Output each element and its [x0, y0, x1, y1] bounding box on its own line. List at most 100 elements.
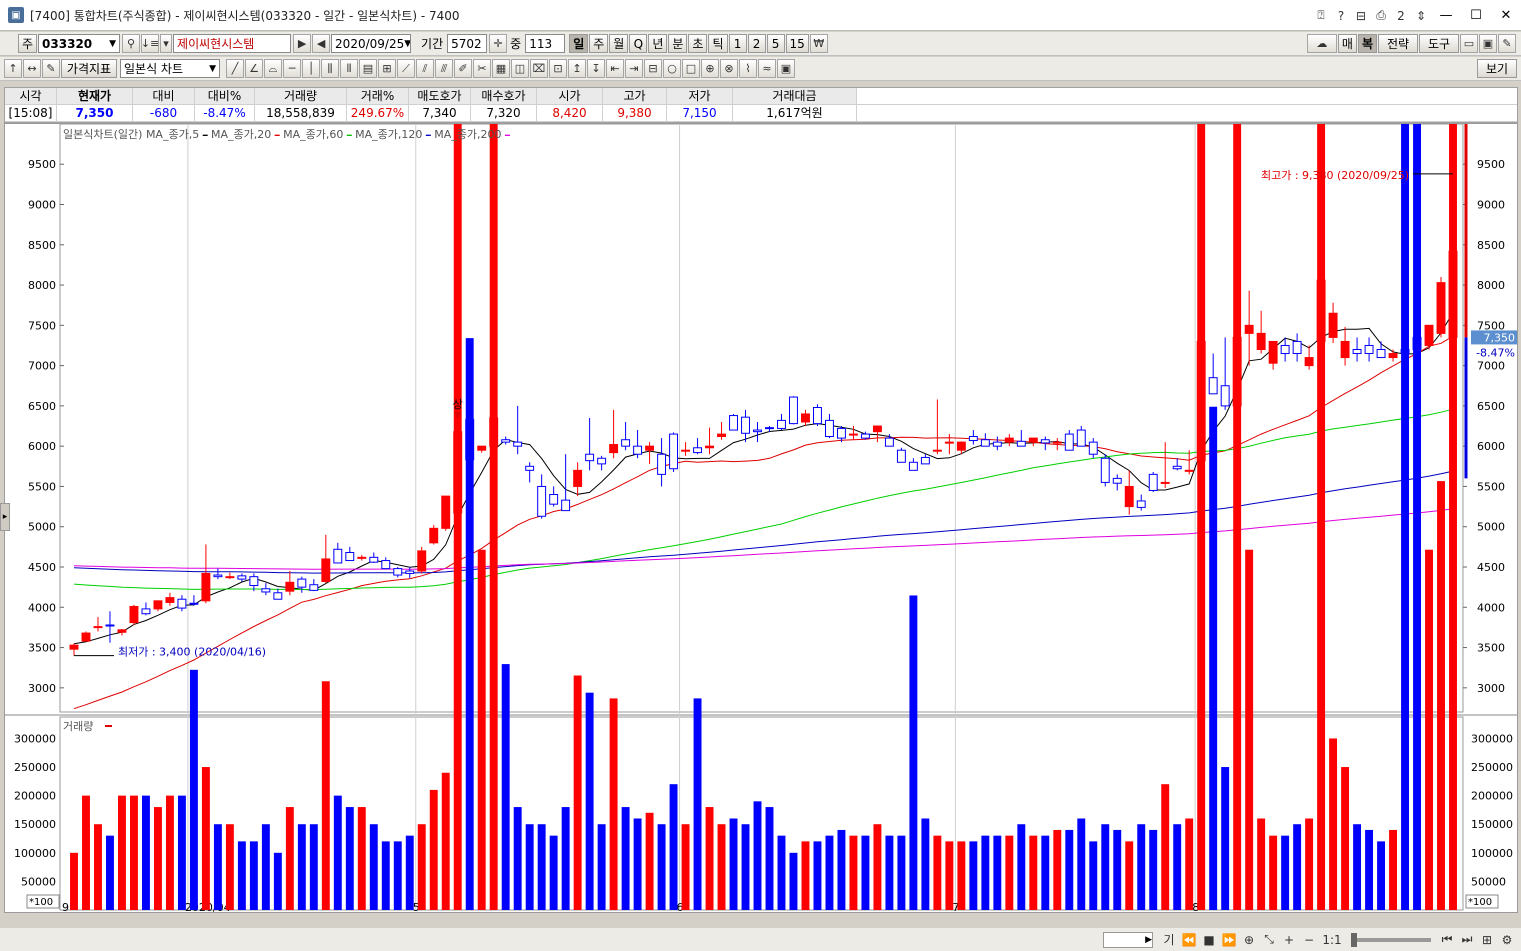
draw-tool-icon-6[interactable]: ⫴: [340, 59, 358, 78]
draw-tool-icon-16[interactable]: ⌧: [530, 59, 548, 78]
interval-button-11[interactable]: 15: [785, 34, 809, 53]
draw-tool-icon-18[interactable]: ↥: [568, 59, 586, 78]
draw-tool-icon-10[interactable]: ⫽: [416, 59, 434, 78]
draw-tool-icon-15[interactable]: ◫: [511, 59, 529, 78]
code-dropdown-icon[interactable]: ▼: [109, 39, 116, 49]
view-button[interactable]: 보기: [1477, 59, 1517, 78]
resize-icon[interactable]: ⇕: [1411, 9, 1431, 23]
stock-name-field[interactable]: 제이씨현시스템: [173, 34, 292, 53]
rewind-icon[interactable]: ⏪: [1179, 933, 1199, 947]
period-small-label[interactable]: 기: [1159, 931, 1179, 948]
save-icon[interactable]: ▣: [1479, 34, 1497, 53]
draw-tool-icon-28[interactable]: ≈: [758, 59, 776, 78]
count-input[interactable]: 113: [525, 34, 566, 53]
interval-button-5[interactable]: 분: [668, 34, 688, 53]
plus-icon[interactable]: +: [1279, 933, 1299, 947]
close-button[interactable]: ✕: [1491, 8, 1521, 23]
strategy-button[interactable]: 전략: [1378, 34, 1418, 53]
interval-button-2[interactable]: 월: [609, 34, 629, 53]
draw-tool-icon-13[interactable]: ✂: [473, 59, 491, 78]
type-select-button[interactable]: 주: [18, 34, 38, 53]
draw-tool-icon-21[interactable]: ⇥: [625, 59, 643, 78]
draw-tool-icon-0[interactable]: ╱: [226, 59, 244, 78]
indicator-button[interactable]: 가격지표: [61, 59, 117, 78]
draw-tool-icon-11[interactable]: ⫻: [435, 59, 453, 78]
draw-tool-icon-19[interactable]: ↧: [587, 59, 605, 78]
custom-interval-icon[interactable]: ₩: [809, 34, 828, 53]
interval-button-0[interactable]: 일: [569, 34, 589, 53]
draw-tool-icon-29[interactable]: ▣: [777, 59, 795, 78]
date-dropdown-icon[interactable]: ▼: [404, 39, 410, 49]
draw-tool-icon-3[interactable]: ─: [283, 59, 301, 78]
cloud-icon[interactable]: ☁: [1306, 34, 1337, 53]
list-dropdown-icon[interactable]: ▾: [160, 34, 173, 53]
stock-code-input[interactable]: 033320 ▼: [38, 34, 121, 53]
chart-svg[interactable]: 9500 9500 9000 9000 8500 8500 8000 8000 7500 7500…: [5, 0, 1521, 914]
fast-forward-icon[interactable]: ⏩: [1219, 933, 1239, 947]
help-icon[interactable]: ?: [1331, 9, 1351, 23]
draw-tool-icon-17[interactable]: ⊡: [549, 59, 567, 78]
draw-tool-icon-4[interactable]: │: [302, 59, 320, 78]
link-icon[interactable]: 2: [1391, 9, 1411, 23]
scale-icon[interactable]: ⤡: [1259, 932, 1279, 947]
interval-button-3[interactable]: Q: [629, 34, 648, 53]
prev-stock-icon[interactable]: ◀: [312, 34, 331, 53]
minus-icon[interactable]: −: [1299, 933, 1319, 947]
open-folder-icon[interactable]: ▭: [1460, 34, 1478, 53]
draw-tool-icon-7[interactable]: ▤: [359, 59, 377, 78]
list-icon[interactable]: ↓≡: [141, 34, 159, 53]
layout-icon[interactable]: ⊟: [1351, 9, 1371, 23]
zoom-slider[interactable]: [1351, 932, 1431, 947]
tools-button[interactable]: 도구: [1419, 34, 1459, 53]
edit-icon[interactable]: ✎: [42, 59, 60, 78]
draw-tool-icon-25[interactable]: ⊕: [701, 59, 719, 78]
buy-button[interactable]: 매: [1337, 34, 1357, 53]
search-icon[interactable]: ⚲: [122, 34, 141, 53]
draw-tool-icon-24[interactable]: □: [682, 59, 700, 78]
draw-tool-icon-9[interactable]: ⟋: [397, 59, 415, 78]
scroll-right-icon[interactable]: ▶: [1103, 931, 1153, 948]
draw-tool-icon-1[interactable]: ∠: [245, 59, 263, 78]
draw-tool-icon-20[interactable]: ⇤: [606, 59, 624, 78]
first-page-icon[interactable]: ⏮: [1437, 932, 1457, 947]
chart-area[interactable]: 9500 9500 9000 9000 8500 8500 8000 8000 7500 7500…: [4, 0, 1521, 914]
ratio-label[interactable]: 1:1: [1319, 933, 1345, 947]
maximize-button[interactable]: ☐: [1461, 8, 1491, 23]
zoom-icon[interactable]: ⊕: [1239, 933, 1259, 947]
draw-tool-icon-22[interactable]: ⊟: [644, 59, 662, 78]
draw-tool-icon-26[interactable]: ⊗: [720, 59, 738, 78]
draw-tool-icon-2[interactable]: ⌓: [264, 59, 282, 78]
next-stock-icon[interactable]: ▶: [293, 34, 312, 53]
date-input[interactable]: 2020/09/25 ▼: [331, 34, 412, 53]
draw-tool-icon-27[interactable]: ⌇: [739, 59, 757, 78]
draw-tool-icon-12[interactable]: ✐: [454, 59, 472, 78]
interval-button-4[interactable]: 년: [648, 34, 668, 53]
interval-button-6[interactable]: 초: [688, 34, 708, 53]
chart-type-select[interactable]: 일본식 차트 ▼: [120, 59, 220, 78]
sidebar-toggle-icon[interactable]: ▸: [0, 503, 10, 531]
chart-type-dropdown-icon[interactable]: ▼: [209, 64, 216, 74]
minimize-button[interactable]: —: [1431, 8, 1461, 23]
multi-button[interactable]: 복: [1357, 34, 1377, 53]
interval-button-7[interactable]: 틱: [708, 34, 728, 53]
interval-button-8[interactable]: 1: [728, 34, 747, 53]
period-input[interactable]: 5702: [447, 34, 488, 53]
stop-icon[interactable]: ■: [1199, 933, 1219, 947]
draw-tool-icon-8[interactable]: ⊞: [378, 59, 396, 78]
draw-tool-icon-14[interactable]: ▦: [492, 59, 510, 78]
draw-tool-icon-5[interactable]: ⫼: [321, 59, 339, 78]
print-icon[interactable]: ⎙: [1371, 8, 1391, 23]
interval-button-10[interactable]: 5: [766, 34, 785, 53]
crosshair-icon[interactable]: ✛: [489, 34, 508, 53]
alert-icon[interactable]: ⍰: [1311, 8, 1331, 23]
interval-button-1[interactable]: 주: [589, 34, 609, 53]
config-icon[interactable]: ⚙: [1497, 933, 1517, 947]
grid-icon[interactable]: ⊞: [1477, 933, 1497, 947]
last-page-icon[interactable]: ⏭: [1457, 932, 1477, 947]
cursor-up-icon[interactable]: ↑: [4, 59, 22, 78]
draw-tool-icon-23[interactable]: ○: [663, 59, 681, 78]
zoom-slider-handle[interactable]: [1351, 932, 1357, 947]
settings-wrench-icon[interactable]: ✎: [1498, 34, 1516, 53]
expand-icon[interactable]: ↔: [23, 59, 41, 78]
interval-button-9[interactable]: 2: [747, 34, 766, 53]
